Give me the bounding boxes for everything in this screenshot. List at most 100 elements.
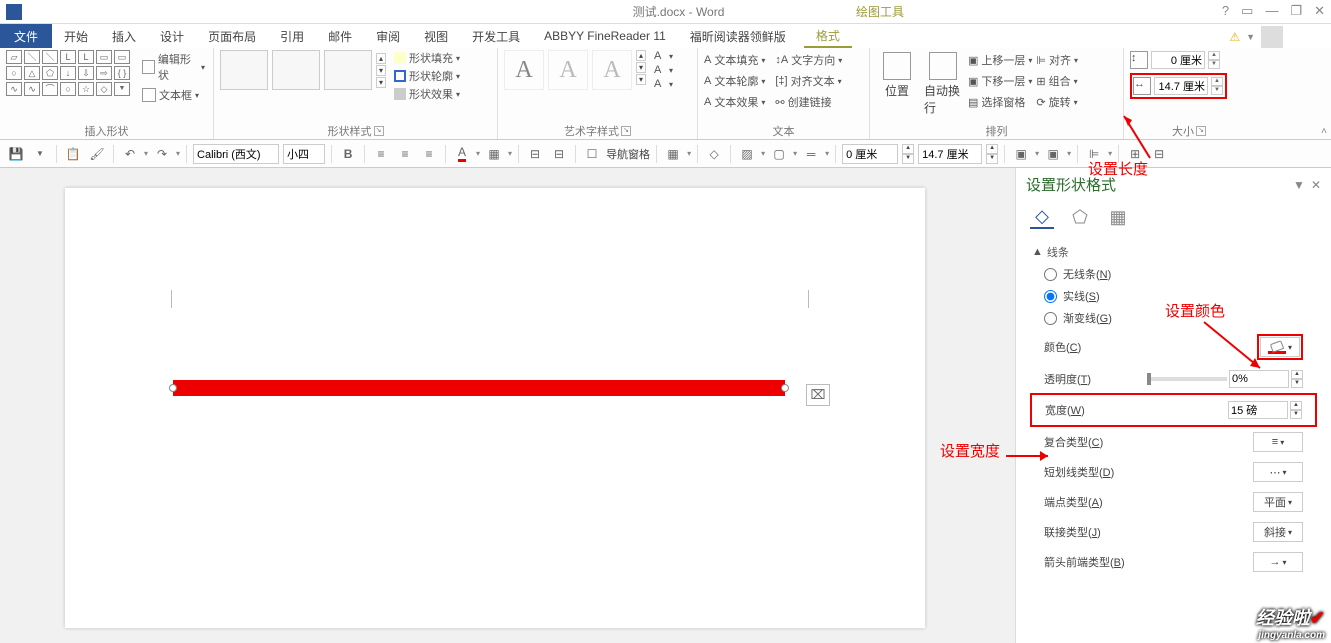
shape-outline-button[interactable]: 形状轮廓 ▾ — [394, 68, 460, 84]
text-outline-btn[interactable]: A文本轮廓 ▾ — [704, 71, 765, 91]
align-text-button[interactable]: [‡]对齐文本 ▾ — [775, 71, 842, 91]
bring-forward-qat-icon[interactable]: ▣ — [1011, 144, 1031, 164]
redo-icon[interactable]: ↷ — [152, 144, 172, 164]
document-area[interactable]: ⌧ — [0, 168, 1015, 643]
ribbon-display-icon[interactable]: ▭ — [1241, 3, 1253, 19]
text-fill-button[interactable]: A ▾ — [654, 50, 673, 62]
font-size-combo[interactable] — [283, 144, 325, 164]
tab-file[interactable]: 文件 — [0, 24, 52, 48]
dialog-launcher[interactable]: ↘ — [621, 126, 631, 136]
user-avatar[interactable] — [1261, 26, 1283, 48]
text-effects-button[interactable]: A ▾ — [654, 78, 673, 90]
align-left-icon[interactable]: ≡ — [371, 144, 391, 164]
warn-dropdown-icon[interactable]: ▼ — [1246, 32, 1255, 42]
pane-menu-icon[interactable]: ▼ — [1293, 178, 1305, 192]
shape-fill-button[interactable]: 形状填充 ▾ — [394, 50, 460, 66]
fill-line-tab-icon[interactable]: ◇ — [1030, 205, 1054, 229]
cap-type-dropdown[interactable]: 平面▾ — [1253, 492, 1303, 512]
arrow-begin-dropdown[interactable]: →▾ — [1253, 552, 1303, 572]
tab-foxit[interactable]: 福昕阅读器领鲜版 — [678, 24, 798, 48]
layout-options-button[interactable]: ⌧ — [806, 384, 830, 406]
text-box-button[interactable]: 文本框 ▾ — [140, 86, 207, 104]
dialog-launcher[interactable]: ↘ — [1196, 126, 1206, 136]
group-button[interactable]: ⊞组合 ▾ — [1036, 71, 1078, 91]
collapse-ribbon-icon[interactable]: ˄ — [1321, 126, 1327, 137]
height-spinner[interactable]: ▲▼ — [1208, 51, 1220, 69]
text-direction-button[interactable]: ↕A文字方向 ▾ — [775, 50, 842, 70]
format-painter-icon[interactable]: 🖌 — [87, 144, 107, 164]
table-icon[interactable]: ▦ — [484, 144, 504, 164]
shape-icon[interactable]: ◇ — [704, 144, 724, 164]
no-line-radio[interactable]: 无线条(N) — [1032, 263, 1315, 285]
save-icon[interactable]: 💾 — [6, 144, 26, 164]
wordart-gallery[interactable]: A A A ▴▾▾ — [504, 50, 646, 90]
compound-type-dropdown[interactable]: ≡▾ — [1253, 432, 1303, 452]
width-spinner[interactable]: ▲▼ — [1211, 77, 1223, 95]
shape-weight-qat-icon[interactable]: ═ — [801, 144, 821, 164]
text-effects-btn[interactable]: A文本效果 ▾ — [704, 92, 765, 112]
tab-mailings[interactable]: 邮件 — [316, 24, 364, 48]
text-outline-button[interactable]: A ▾ — [654, 64, 673, 76]
qat-width-spinner[interactable]: ▲▼ — [986, 144, 998, 164]
position-button[interactable]: 位置 — [876, 50, 918, 101]
qat-dropdown-icon[interactable]: ▼ — [30, 144, 50, 164]
transparency-spinner[interactable]: ▲▼ — [1291, 370, 1303, 388]
tab-format[interactable]: 格式 — [804, 24, 852, 48]
edit-shape-button[interactable]: 编辑形状 ▾ — [140, 50, 207, 84]
tab-layout[interactable]: 页面布局 — [196, 24, 268, 48]
shape-fill-qat-icon[interactable]: ▨ — [737, 144, 757, 164]
undo-icon[interactable]: ↶ — [120, 144, 140, 164]
tab-review[interactable]: 审阅 — [364, 24, 412, 48]
help-icon[interactable]: ? — [1222, 3, 1229, 19]
dialog-launcher[interactable]: ↘ — [374, 126, 384, 136]
minimize-icon[interactable]: — — [1265, 3, 1278, 19]
nav-pane-checkbox[interactable]: ☐ — [582, 144, 602, 164]
effects-tab-icon[interactable]: ⬠ — [1068, 205, 1092, 229]
line-width-spinner[interactable]: ▲▼ — [1290, 401, 1302, 419]
font-color-icon[interactable]: A — [452, 144, 472, 164]
height-input[interactable] — [1151, 51, 1205, 69]
tab-developer[interactable]: 开发工具 — [460, 24, 532, 48]
rotate-button[interactable]: ⟳旋转 ▾ — [1036, 92, 1078, 112]
width-input[interactable] — [1154, 77, 1208, 95]
line-section-header[interactable]: ▲ 线条 — [1032, 241, 1315, 263]
tab-view[interactable]: 视图 — [412, 24, 460, 48]
gradient-line-radio[interactable]: 渐变线(G) — [1032, 307, 1315, 329]
tab-insert[interactable]: 插入 — [100, 24, 148, 48]
page-break-icon[interactable]: ⊟ — [525, 144, 545, 164]
shape-style-gallery[interactable]: ▴▾▾ — [220, 50, 386, 90]
tab-abbyy[interactable]: ABBYY FineReader 11 — [532, 24, 678, 48]
tab-home[interactable]: 开始 — [52, 24, 100, 48]
selected-line-shape[interactable] — [173, 380, 785, 396]
paste-icon[interactable]: 📋 — [63, 144, 83, 164]
align-justify-icon[interactable]: ≡ — [419, 144, 439, 164]
warning-icon[interactable]: ⚠ — [1229, 30, 1240, 44]
qat-height-input[interactable] — [842, 144, 898, 164]
join-type-dropdown[interactable]: 斜接▾ — [1253, 522, 1303, 542]
section-break-icon[interactable]: ⊟ — [549, 144, 569, 164]
align-center-icon[interactable]: ≡ — [395, 144, 415, 164]
solid-line-radio[interactable]: 实线(S) — [1032, 285, 1315, 307]
text-fill-btn[interactable]: A文本填充 ▾ — [704, 50, 765, 70]
tab-design[interactable]: 设计 — [148, 24, 196, 48]
font-combo[interactable] — [193, 144, 279, 164]
send-backward-button[interactable]: ▣下移一层 ▾ — [968, 71, 1032, 91]
pane-close-icon[interactable]: ✕ — [1311, 178, 1321, 192]
align-qat-icon[interactable]: ⊫ — [1084, 144, 1104, 164]
qat-height-spinner[interactable]: ▲▼ — [902, 144, 914, 164]
layout-tab-icon[interactable]: ▦ — [1106, 205, 1130, 229]
bold-icon[interactable]: B — [338, 144, 358, 164]
dash-type-dropdown[interactable]: ⋯▾ — [1253, 462, 1303, 482]
selection-pane-button[interactable]: ▤选择窗格 — [968, 92, 1032, 112]
bring-forward-button[interactable]: ▣上移一层 ▾ — [968, 50, 1032, 70]
restore-icon[interactable]: ❐ — [1290, 3, 1302, 19]
shapes-gallery[interactable]: ▱＼＼LL▭▭ ○△⬠↓⇩⇨{ } ∿∿⌒○☆◇▼ — [6, 50, 130, 96]
shape-effects-button[interactable]: 形状效果 ▾ — [394, 86, 460, 102]
wrap-button[interactable]: 自动换行 — [922, 50, 964, 118]
tab-references[interactable]: 引用 — [268, 24, 316, 48]
shape-outline-qat-icon[interactable]: ▢ — [769, 144, 789, 164]
send-backward-qat-icon[interactable]: ▣ — [1043, 144, 1063, 164]
line-width-input[interactable] — [1228, 401, 1288, 419]
qat-width-input[interactable] — [918, 144, 982, 164]
close-icon[interactable]: ✕ — [1314, 3, 1325, 19]
